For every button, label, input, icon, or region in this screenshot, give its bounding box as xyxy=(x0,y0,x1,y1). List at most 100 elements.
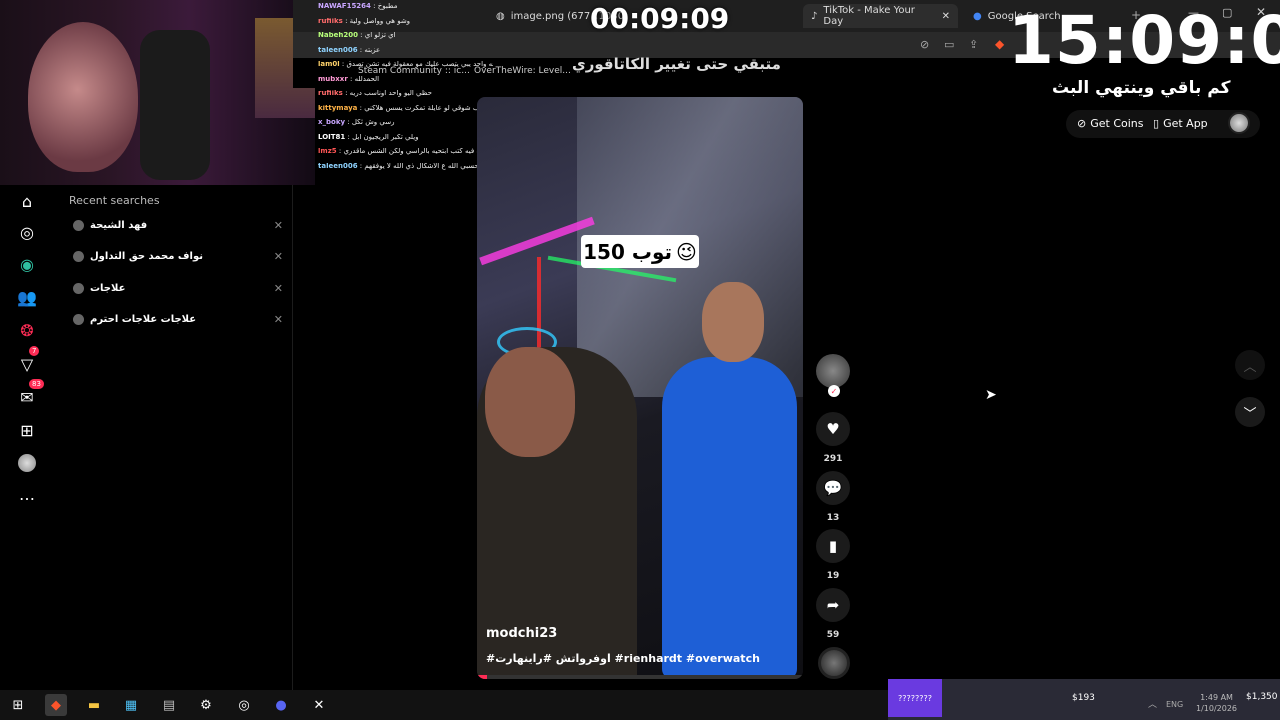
creator-avatar[interactable] xyxy=(816,354,850,388)
bookmark-icon[interactable]: ▮ xyxy=(816,529,850,563)
system-clock[interactable]: 1:49 AM 1/10/2026 xyxy=(1196,692,1237,714)
upload-icon[interactable]: ⊞ xyxy=(15,418,39,442)
live-icon[interactable]: ◉ xyxy=(15,252,39,276)
chat-username: mubxxr xyxy=(318,75,348,83)
get-app-button[interactable]: ▯ Get App xyxy=(1153,117,1208,130)
recent-search-text: نواف محمد حق التداول xyxy=(90,250,203,262)
video-hashtags[interactable]: #اوفرواتش #راينهارت #rienhardt #overwatc… xyxy=(486,652,760,665)
home-icon[interactable]: ⌂ xyxy=(15,189,39,213)
person-head xyxy=(485,347,575,457)
recent-searches-panel: Recent searches فهد الشيحة ✕ نواف محمد حق… xyxy=(55,185,293,690)
stream-clock: 15:09:08 xyxy=(1008,2,1280,79)
discord-icon[interactable]: ● xyxy=(270,694,292,716)
explore-icon[interactable]: ◎ xyxy=(15,220,39,244)
video-player[interactable]: توب 150 😉 modchi23 #اوفرواتش #راينهارت #r… xyxy=(477,97,803,679)
recent-search-text: علاجات علاجات احترم xyxy=(90,313,197,325)
video-text-sticker: توب 150 😉 xyxy=(581,235,699,268)
mute-icon[interactable]: ⊘ xyxy=(920,38,929,51)
file-explorer-icon[interactable]: ▬ xyxy=(83,694,105,716)
previous-video-button[interactable]: ︿ xyxy=(1235,350,1265,380)
chat-text: حظي اليو واحد اوناسب دريه xyxy=(349,90,432,97)
remove-search-icon[interactable]: ✕ xyxy=(274,282,283,295)
video-author[interactable]: modchi23 xyxy=(486,626,557,641)
more-icon[interactable]: … xyxy=(15,482,39,506)
sticker-text: توب 150 xyxy=(583,239,672,264)
activity-icon[interactable]: ▽ 7 xyxy=(15,346,40,376)
brave-browser-icon[interactable]: ◆ xyxy=(45,694,67,716)
recent-search-text: فهد الشيحة xyxy=(90,219,148,231)
remove-search-icon[interactable]: ✕ xyxy=(274,313,283,326)
chat-text: عزبته xyxy=(364,46,381,54)
save-count: 19 xyxy=(826,571,840,581)
save-action: ▮ 19 xyxy=(816,529,850,581)
tab-label: TikTok - Make Your Day xyxy=(823,5,915,27)
brave-shield-icon[interactable]: ◆ xyxy=(995,37,1004,51)
store-icon[interactable]: ▦ xyxy=(120,694,142,716)
following-icon[interactable]: 👥 xyxy=(15,285,39,309)
language-indicator[interactable]: ENG xyxy=(1166,700,1183,709)
chat-username: Nabeh200 xyxy=(318,32,358,39)
history-icon xyxy=(73,313,84,325)
wink-emoji: 😉 xyxy=(676,239,697,264)
person-head xyxy=(702,282,764,362)
countdown-caption: متبقي حتى تغيير الكاتاقوري xyxy=(572,55,781,73)
chat-username: LOIT81 xyxy=(318,133,346,141)
get-coins-button[interactable]: ⊘ Get Coins xyxy=(1077,117,1144,130)
followed-check-icon[interactable]: ✓ xyxy=(828,385,840,397)
history-icon xyxy=(73,219,84,231)
webcam-overlay xyxy=(0,0,315,185)
remove-search-icon[interactable]: ✕ xyxy=(274,219,283,232)
google-icon: ● xyxy=(973,10,982,22)
chat-message: x_boky : رسي وش ثكل xyxy=(318,119,493,126)
recent-search-item[interactable]: علاجات علاجات احترم ✕ xyxy=(73,309,283,329)
tray-amount: $1,350 xyxy=(1246,692,1278,702)
remove-search-icon[interactable]: ✕ xyxy=(274,250,283,263)
mouse-cursor: ➤ xyxy=(985,387,997,403)
chat-separator: : xyxy=(342,90,350,97)
windows-start-icon[interactable]: ⊞ xyxy=(7,694,29,716)
share-icon[interactable]: ⇪ xyxy=(969,38,978,51)
chat-username: lmz5 xyxy=(318,148,337,155)
messages-icon[interactable]: ✉ 83 xyxy=(15,379,44,409)
chat-text: وجهه وجه واحد يبي يتصب عليك مو معقولة في… xyxy=(346,61,494,68)
system-date: 1/10/2026 xyxy=(1196,704,1238,714)
like-action: ♥ 291 xyxy=(816,412,850,464)
comment-count: 13 xyxy=(826,513,840,523)
terminal-icon[interactable]: ✕ xyxy=(308,694,330,716)
close-tab-icon[interactable]: ✕ xyxy=(942,11,950,22)
recent-search-item[interactable]: علاجات ✕ xyxy=(73,278,283,298)
chat-username: rufiiks xyxy=(318,17,343,25)
like-count: 291 xyxy=(823,454,843,464)
recent-search-item[interactable]: نواف محمد حق التداول ✕ xyxy=(73,246,283,266)
notification-badge: 7 xyxy=(29,346,40,356)
chat-separator: : xyxy=(342,17,350,25)
sound-disc[interactable] xyxy=(818,647,850,679)
chat-message: taleen006 : عزبته xyxy=(318,47,493,54)
get-app-label: Get App xyxy=(1163,117,1208,130)
next-video-button[interactable]: ﹀ xyxy=(1235,397,1265,427)
video-progress-bar[interactable] xyxy=(477,675,803,679)
comment-action: 💬 13 xyxy=(816,471,850,523)
recent-search-text: علاجات xyxy=(90,282,126,294)
tab-tiktok[interactable]: ♪ TikTok - Make Your Day ✕ xyxy=(803,4,958,28)
cast-icon[interactable]: ▭ xyxy=(944,38,954,51)
chat-text: وشو هي وواصل ولية xyxy=(349,17,411,25)
globe-icon: ◍ xyxy=(496,10,505,22)
comment-icon[interactable]: 💬 xyxy=(816,471,850,505)
system-time: 1:49 AM xyxy=(1200,693,1233,702)
heart-icon[interactable]: ♥ xyxy=(816,412,850,446)
app-icon[interactable]: ▤ xyxy=(158,694,180,716)
coin-icon: ⊘ xyxy=(1077,117,1087,130)
tray-chevron-icon[interactable]: ︿ xyxy=(1148,697,1157,710)
recent-search-item[interactable]: فهد الشيحة ✕ xyxy=(73,215,283,235)
chat-message: taleen006 : حرفيا حسبي الله ع الاشكال ذي… xyxy=(318,163,493,170)
stream-chat-overlay: NAWAF15264 : مطبوخ rufiiks : وشو هي وواصل… xyxy=(318,0,493,185)
chat-message: LOIT81 : ويلي تكبر الريجيون ابل xyxy=(318,134,493,141)
settings-gear-icon[interactable]: ⚙ xyxy=(195,694,217,716)
friends-icon[interactable]: ❂ xyxy=(15,318,39,342)
share-arrow-icon[interactable]: ➦ xyxy=(816,588,850,622)
profile-icon[interactable] xyxy=(15,451,39,475)
profile-avatar[interactable] xyxy=(1228,112,1250,134)
obs-icon[interactable]: ◎ xyxy=(233,694,255,716)
gaming-chair xyxy=(140,30,210,180)
